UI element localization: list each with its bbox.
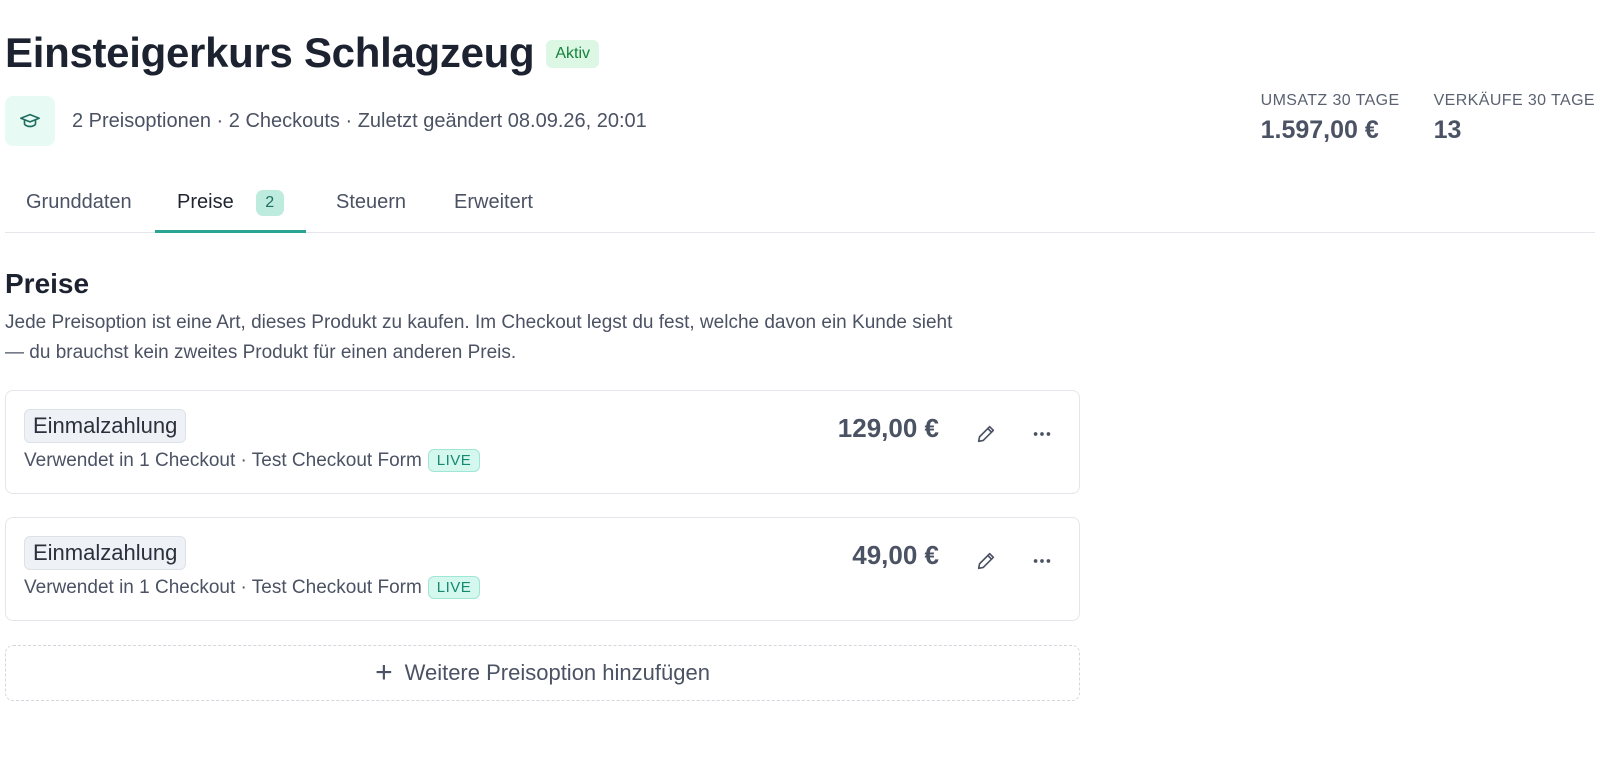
tab-label: Erweitert (454, 191, 533, 213)
more-options-button[interactable] (1027, 546, 1057, 576)
price-amount: 129,00 € (837, 413, 939, 443)
tab-label: Grunddaten (26, 191, 132, 213)
more-options-button[interactable] (1027, 419, 1057, 449)
edit-button[interactable] (971, 546, 1001, 576)
stat-label: UMSATZ 30 TAGE (1260, 92, 1400, 109)
stat-revenue: UMSATZ 30 TAGE 1.597,00 € (1261, 92, 1400, 145)
stats: UMSATZ 30 TAGE 1.597,00 € VERKÄUFE 30 TA… (1261, 92, 1595, 145)
add-button-label: Weitere Preisoption hinzufügen (404, 660, 710, 685)
price-option-card: Einmalzahlung Verwendet in 1 Checkout · … (5, 517, 1080, 621)
price-type-tag: Einmalzahlung (24, 409, 187, 443)
graduation-cap-icon (5, 96, 55, 146)
status-badge: Aktiv (546, 40, 600, 68)
stat-value: 13 (1433, 116, 1462, 144)
add-price-option-button[interactable]: + Weitere Preisoption hinzufügen (5, 645, 1080, 701)
product-meta: 2 Preisoptionen · 2 Checkouts · Zuletzt … (72, 109, 647, 132)
section-title: Preise (5, 268, 90, 299)
usage-row: Verwendet in 1 Checkout · Test Checkout … (24, 576, 481, 599)
usage-text: Verwendet in 1 Checkout · Test Checkout … (24, 449, 422, 471)
price-amount: 49,00 € (852, 540, 939, 570)
tab-count-badge: 2 (255, 190, 284, 216)
usage-text: Verwendet in 1 Checkout · Test Checkout … (24, 576, 422, 598)
edit-button[interactable] (971, 419, 1001, 449)
meta-row: 2 Preisoptionen · 2 Checkouts · Zuletzt … (5, 96, 647, 146)
prices-section: Preise Jede Preisoption ist eine Art, di… (5, 268, 1080, 368)
more-horizontal-icon (1033, 432, 1051, 436)
page-header: Einsteigerkurs Schlagzeug Aktiv 2 Preiso… (5, 28, 1595, 146)
tab-bar: Grunddaten Preise 2 Steuern Erweitert (5, 182, 1595, 233)
stat-label: VERKÄUFE 30 TAGE (1433, 92, 1595, 109)
price-type-tag: Einmalzahlung (24, 536, 187, 570)
tab-steuern[interactable]: Steuern (336, 182, 406, 233)
price-option-card: Einmalzahlung Verwendet in 1 Checkout · … (5, 390, 1080, 494)
usage-row: Verwendet in 1 Checkout · Test Checkout … (24, 449, 481, 472)
page-title: Einsteigerkurs Schlagzeug (5, 29, 535, 76)
tab-label: Steuern (336, 191, 407, 213)
stat-value: 1.597,00 € (1260, 116, 1379, 144)
more-horizontal-icon (1033, 559, 1051, 563)
tab-erweitert[interactable]: Erweitert (454, 182, 533, 233)
title-row: Einsteigerkurs Schlagzeug Aktiv (5, 28, 1595, 78)
live-badge: LIVE (427, 449, 481, 472)
tab-label: Preise (177, 191, 234, 213)
pencil-icon (977, 425, 995, 443)
plus-icon: + (375, 656, 393, 689)
tab-grunddaten[interactable]: Grunddaten (26, 182, 132, 233)
section-description: Jede Preisoption ist eine Art, dieses Pr… (5, 312, 953, 363)
tab-preise[interactable]: Preise 2 (155, 182, 306, 233)
stat-sales: VERKÄUFE 30 TAGE 13 (1434, 92, 1595, 145)
live-badge: LIVE (427, 576, 481, 599)
pencil-icon (977, 552, 995, 570)
